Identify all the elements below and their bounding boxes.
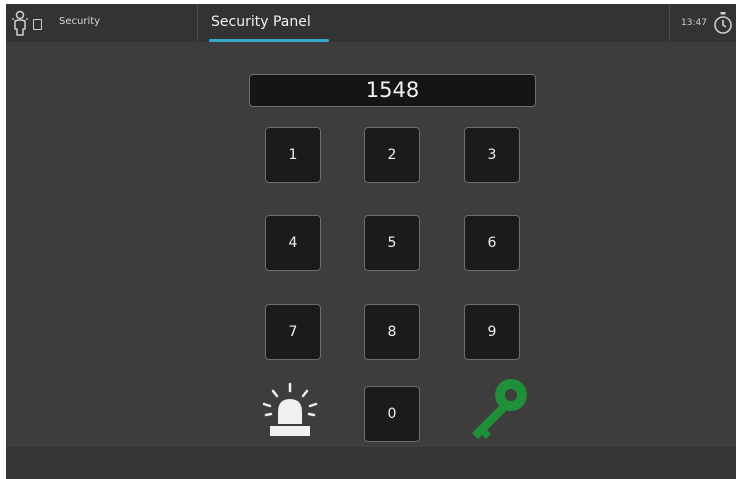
phone-icon [33,19,42,30]
status-area: 13:47 [669,4,736,42]
bottom-bar [6,447,736,479]
keypad-button-0[interactable]: 0 [364,386,420,442]
keypad-button-6[interactable]: 6 [464,215,520,271]
code-display: 1548 [249,74,536,107]
key-icon[interactable] [464,374,532,444]
keypad-button-8[interactable]: 8 [364,304,420,360]
keypad-button-9[interactable]: 9 [464,304,520,360]
keypad-button-3[interactable]: 3 [464,127,520,183]
title-tab: Security Panel [198,4,668,42]
alarm-light-icon[interactable] [258,382,322,442]
page-title: Security Panel [211,14,311,30]
keypad-button-4[interactable]: 4 [265,215,321,271]
keypad-button-7[interactable]: 7 [265,304,321,360]
person-icon [12,10,28,36]
timer-icon[interactable] [713,11,733,35]
security-panel-screen: Security Security Panel 13:47 1548 1 2 3… [6,4,736,479]
room-selector[interactable]: Security [6,4,198,42]
keypad-button-5[interactable]: 5 [364,215,420,271]
keypad-button-2[interactable]: 2 [364,127,420,183]
room-label: Security [59,16,101,27]
clock-time: 13:47 [681,18,707,28]
active-tab-indicator [209,39,329,42]
keypad-button-1[interactable]: 1 [265,127,321,183]
top-bar: Security Security Panel 13:47 [6,4,736,42]
